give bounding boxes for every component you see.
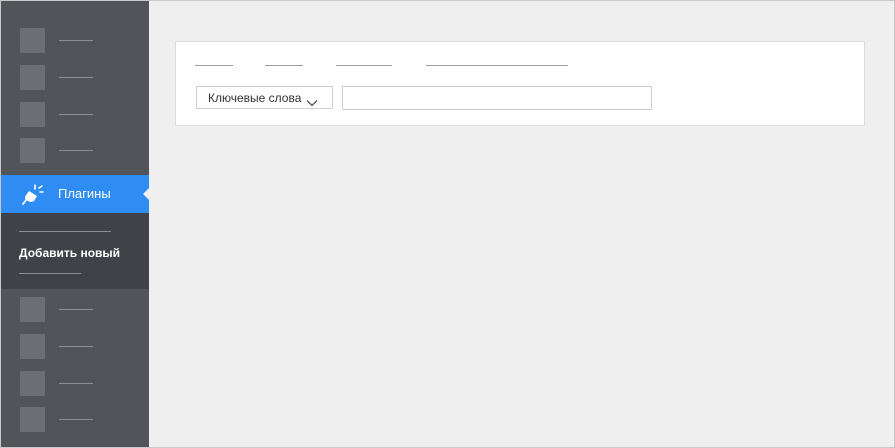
menu-label-placeholder (59, 40, 93, 41)
tab-placeholder-1[interactable] (195, 65, 233, 66)
menu-icon-placeholder (20, 65, 45, 90)
chevron-down-icon (306, 94, 318, 107)
admin-sidebar: Плагины Добавить новый (1, 1, 150, 447)
sidebar-item-5[interactable] (1, 297, 149, 334)
sidebar-item-label: Плагины (58, 186, 111, 201)
sidebar-item-8[interactable] (1, 407, 149, 444)
sidebar-item-7[interactable] (1, 371, 149, 408)
sidebar-item-plugins[interactable]: Плагины (1, 175, 150, 213)
tab-placeholder-2[interactable] (265, 65, 303, 66)
menu-icon-placeholder (20, 102, 45, 127)
menu-icon-placeholder (20, 334, 45, 359)
sidebar-item-6[interactable] (1, 334, 149, 371)
plug-icon (22, 183, 44, 205)
menu-label-placeholder (59, 77, 93, 78)
sidebar-item-4[interactable] (1, 138, 149, 175)
tab-placeholder-4[interactable] (426, 65, 568, 66)
menu-label-placeholder (59, 309, 93, 310)
menu-icon-placeholder (20, 371, 45, 396)
submenu-item-placeholder[interactable] (19, 273, 81, 274)
sidebar-item-2[interactable] (1, 65, 149, 102)
search-type-select[interactable]: Ключевые слова (196, 86, 333, 109)
menu-label-placeholder (59, 150, 93, 151)
menu-label-placeholder (59, 346, 93, 347)
sidebar-item-3[interactable] (1, 102, 149, 139)
search-type-value: Ключевые слова (208, 91, 302, 105)
menu-icon-placeholder (20, 138, 45, 163)
menu-label-placeholder (59, 114, 93, 115)
menu-label-placeholder (59, 383, 93, 384)
plugin-search-panel: Ключевые слова (175, 41, 865, 126)
tab-placeholder-3[interactable] (336, 65, 392, 66)
menu-icon-placeholder (20, 407, 45, 432)
menu-icon-placeholder (20, 28, 45, 53)
menu-icon-placeholder (20, 297, 45, 322)
plugins-submenu: Добавить новый (1, 213, 149, 289)
plugin-search-input[interactable] (342, 86, 652, 110)
submenu-item-add-new[interactable]: Добавить новый (19, 246, 120, 261)
submenu-item-placeholder[interactable] (19, 231, 111, 232)
sidebar-item-1[interactable] (1, 28, 149, 65)
app-window: Плагины Добавить новый Ключевые слова (0, 0, 895, 448)
menu-label-placeholder (59, 419, 93, 420)
